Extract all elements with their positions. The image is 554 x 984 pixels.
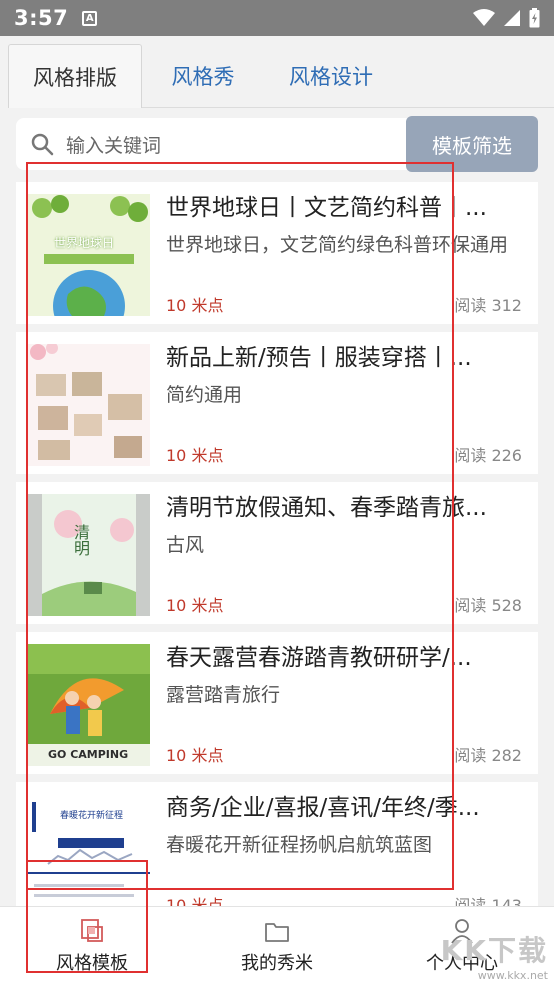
nav-label: 我的秀米 [241,953,313,974]
list-item[interactable]: 新品上新/预告丨服装穿搭丨... 简约通用 10 米点 阅读 226 [16,332,538,474]
item-description: 简约通用 [166,384,243,406]
item-read-count: 阅读 528 [454,596,522,615]
item-read-count: 阅读 282 [454,746,522,765]
thumbnail-caption: GO CAMPING [48,748,129,761]
battery-icon [529,8,540,28]
status-icons [473,8,540,28]
nav-profile[interactable]: 个人中心 [370,907,554,984]
fashion-thumbnail-image [28,344,150,466]
tab-bar: 风格排版 风格秀 风格设计 [0,36,554,108]
item-price: 10 米点 [166,746,224,765]
bottom-nav: 风格模板 我的秀米 个人中心 KK下载 www.kkx.net [0,906,554,984]
search-icon [31,133,54,156]
thumbnail-caption: 清明 [71,524,90,556]
item-title: 春天露营春游踏青教研研学/... [166,645,472,671]
search-input[interactable]: 输入关键词 [16,118,416,170]
template-thumbnail: 春暖花开新征程 [28,794,150,906]
thumbnail-caption: 世界地球日 [54,236,115,250]
list-item[interactable]: GO CAMPING 春天露营春游踏青教研研学/... 露营踏青旅行 10 米点… [16,632,538,774]
item-description: 世界地球日，文艺简约绿色科普环保通用 [166,234,509,256]
item-price: 10 米点 [166,446,224,465]
folder-icon [265,923,289,942]
signal-icon [504,10,520,26]
item-title: 新品上新/预告丨服装穿搭丨... [166,345,472,371]
tab-style-layout[interactable]: 风格排版 [8,44,142,108]
item-description: 露营踏青旅行 [166,684,281,706]
template-thumbnail: 清明 [28,494,150,616]
template-filter-button[interactable]: 模板筛选 [406,116,538,172]
item-price: 10 米点 [166,296,224,315]
item-title: 商务/企业/喜报/喜讯/年终/季... [166,795,480,821]
thumbnail-caption: 春暖花开新征程 [60,811,124,821]
search-row: 输入关键词 模板筛选 [16,116,538,172]
item-title: 世界地球日丨文艺简约科普丨... [166,195,487,221]
list-item[interactable]: 清明 清明节放假通知、春季踏青旅... 古风 10 米点 阅读 528 [16,482,538,624]
earth-day-thumbnail-image [28,194,150,316]
nav-label: 风格模板 [56,953,128,974]
wifi-icon [473,9,495,26]
template-icon [81,919,103,942]
item-price: 10 米点 [166,596,224,615]
search-placeholder: 输入关键词 [66,134,162,157]
nav-my-xiumi[interactable]: 我的秀米 [185,907,369,984]
nav-label: 个人中心 [426,953,498,974]
item-title: 清明节放假通知、春季踏青旅... [166,495,487,521]
list-item[interactable]: 世界地球日 世界地球日丨文艺简约科普丨... 世界地球日，文艺简约绿色科普环保通… [16,182,538,324]
template-thumbnail: 世界地球日 [28,194,150,316]
user-icon [451,919,473,944]
item-description: 古风 [166,534,205,556]
status-bar: 3:57 A [0,0,554,36]
template-thumbnail: GO CAMPING [28,644,150,766]
status-time: 3:57 [14,6,69,30]
tab-style-design[interactable]: 风格设计 [268,44,394,108]
notification-icon: A [82,10,98,26]
item-read-count: 阅读 226 [454,446,522,465]
tab-style-show[interactable]: 风格秀 [142,44,264,108]
list-item[interactable]: 春暖花开新征程 商务/企业/喜报/喜讯/年终/季... 春暖花开新征程扬帆启航筑… [16,782,538,915]
item-read-count: 阅读 312 [454,296,522,315]
item-description: 春暖花开新征程扬帆启航筑蓝图 [166,834,433,856]
nav-style-templates[interactable]: 风格模板 [0,907,184,984]
template-thumbnail [28,344,150,466]
